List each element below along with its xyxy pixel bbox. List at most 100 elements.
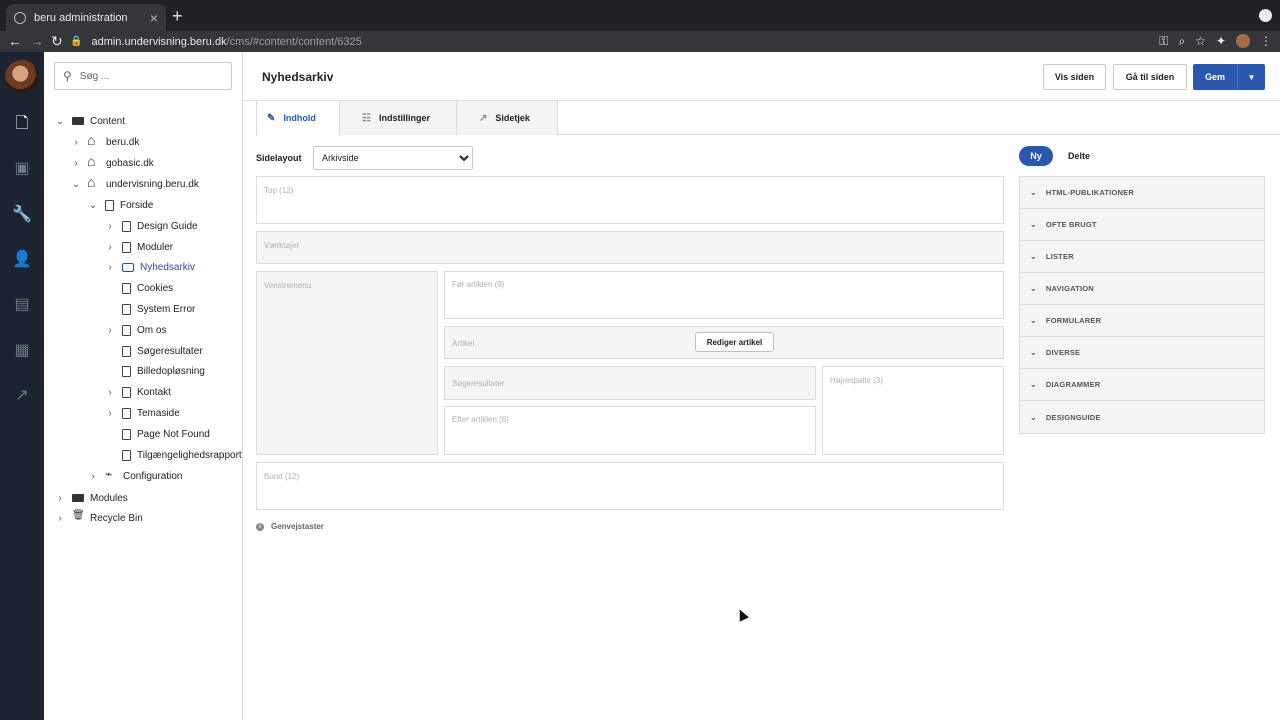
view-page-button[interactable]: Vis siden xyxy=(1043,64,1106,90)
zone-tools[interactable]: Værktøjer xyxy=(256,231,1004,264)
content-page-icon[interactable]: 🗋 xyxy=(12,114,32,134)
accordion-item[interactable]: ⌄ DIAGRAMMER xyxy=(1020,369,1264,401)
shortcuts-link[interactable]: i Genvejstaster xyxy=(256,522,324,531)
tree-node-content[interactable]: ⌄ Content xyxy=(54,112,125,130)
layout-select[interactable]: Arkivside xyxy=(313,146,473,170)
chevron-right-icon[interactable]: › xyxy=(104,242,116,253)
chevron-right-icon[interactable]: › xyxy=(104,408,116,419)
zone-after-article[interactable]: Efter artiklen (6) xyxy=(444,406,816,455)
browser-tab[interactable]: beru administration × xyxy=(6,4,166,31)
chevron-right-icon[interactable]: › xyxy=(54,493,66,504)
tree-node-site[interactable]: ›gobasic.dk xyxy=(70,153,153,172)
browser-toolbar: ← → ↻ 🔒 admin.undervisning.beru.dk/cms/#… xyxy=(0,31,1280,52)
tree-node-forside[interactable]: ⌄ Forside xyxy=(87,196,153,214)
chevron-right-icon[interactable]: › xyxy=(54,513,66,524)
table-icon[interactable]: ▦ xyxy=(12,341,32,361)
accordion-item[interactable]: ⌄ LISTER xyxy=(1020,241,1264,273)
tab-indhold[interactable]: ✎ Indhold xyxy=(256,101,340,136)
accordion-item[interactable]: ⌄ FORMULARER xyxy=(1020,305,1264,337)
media-image-icon[interactable]: ▣ xyxy=(12,159,32,179)
tab-indstillinger[interactable]: ☷ Indstillinger xyxy=(340,101,457,135)
profile-avatar[interactable] xyxy=(1236,34,1250,48)
new-tab-button[interactable]: + xyxy=(172,6,183,26)
plug-icon xyxy=(105,467,117,482)
zone-bottom[interactable]: Bund (12) xyxy=(256,462,1004,510)
tree-node-page[interactable]: Billedopløsning xyxy=(104,362,205,380)
info-icon: i xyxy=(256,522,264,531)
chart-icon[interactable]: ↗ xyxy=(12,386,32,406)
wrench-icon[interactable]: 🔧 xyxy=(12,205,32,225)
tree-node-page[interactable]: Page Not Found xyxy=(104,425,210,443)
page-icon xyxy=(122,345,131,357)
key-icon[interactable]: ⚿ xyxy=(1159,33,1168,50)
accordion-item[interactable]: ⌄ DIVERSE xyxy=(1020,337,1264,369)
tree-node-page[interactable]: › Kontakt xyxy=(104,383,171,401)
more-icon[interactable]: ⋮ xyxy=(1260,33,1272,50)
zone-search-results[interactable]: Søgeresultater xyxy=(444,366,816,400)
zone-before-article[interactable]: Før artiklen (9) xyxy=(444,271,1004,319)
search-input[interactable] xyxy=(79,70,220,82)
tree-node-page[interactable]: System Error xyxy=(104,300,195,318)
accordion-item[interactable]: ⌄ HTML-PUBLIKATIONER xyxy=(1020,177,1264,209)
accordion-item[interactable]: ⌄ NAVIGATION xyxy=(1020,273,1264,305)
tab-sidetjek[interactable]: ↗ Sidetjek xyxy=(457,101,558,135)
profile-menu-icon[interactable] xyxy=(1259,9,1272,22)
tree-node-site[interactable]: ›beru.dk xyxy=(70,132,139,151)
tree-node-configuration[interactable]: ›Configuration xyxy=(87,467,182,485)
extensions-icon[interactable]: ✦ xyxy=(1216,33,1226,50)
chevron-right-icon[interactable]: › xyxy=(104,221,116,232)
save-dropdown-icon[interactable]: ▼ xyxy=(1237,64,1265,90)
zone-right-column[interactable]: Højrespalte (3) xyxy=(822,366,1004,455)
chevron-right-icon[interactable]: › xyxy=(104,325,116,336)
chevron-right-icon[interactable]: › xyxy=(104,262,116,273)
accordion-item[interactable]: ⌄ DESIGNGUIDE xyxy=(1020,401,1264,433)
chevron-right-icon[interactable]: › xyxy=(87,471,99,482)
chevron-down-icon: ⌄ xyxy=(1030,380,1037,389)
page-title: Nyhedsarkiv xyxy=(262,70,334,84)
save-button[interactable]: Gem xyxy=(1193,64,1237,90)
url-path: /cms/#content/content/6325 xyxy=(226,35,362,48)
url-host: admin.undervisning.beru.dk xyxy=(91,35,227,48)
page-icon xyxy=(122,241,131,253)
chevron-down-icon[interactable]: ⌄ xyxy=(87,200,99,211)
tree-node-page[interactable]: › Om os xyxy=(104,321,166,339)
edit-article-button[interactable]: Rediger artikel xyxy=(695,332,774,352)
tree-node-page[interactable]: Tilgængelighedsrapport xyxy=(104,446,242,464)
chevron-right-icon[interactable]: › xyxy=(104,387,116,398)
tree-node-page[interactable]: Cookies xyxy=(104,279,173,297)
close-tab-icon[interactable]: × xyxy=(150,10,158,26)
tree-node-page[interactable]: › Moduler xyxy=(104,238,173,256)
accordion-item[interactable]: ⌄ OFTE BRUGT xyxy=(1020,209,1264,241)
address-bar[interactable]: 🔒 admin.undervisning.beru.dk/cms/#conten… xyxy=(70,32,1140,51)
new-toggle[interactable]: Ny xyxy=(1019,146,1053,166)
tree-node-site[interactable]: ⌄undervisning.beru.dk xyxy=(70,174,199,193)
shared-toggle[interactable]: Delte xyxy=(1059,146,1099,166)
page-icon xyxy=(122,407,131,419)
tree-node-page-selected[interactable]: › Nyhedsarkiv xyxy=(104,258,195,276)
zone-top[interactable]: Top (12) xyxy=(256,176,1004,224)
zoom-icon[interactable]: ⌕ xyxy=(1178,33,1185,50)
tree-node-page[interactable]: › Design Guide xyxy=(104,217,198,235)
goto-page-button[interactable]: Gå til siden xyxy=(1113,64,1187,90)
chevron-down-icon[interactable]: ⌄ xyxy=(54,116,66,127)
tree-node-recycle-bin[interactable]: ›Recycle Bin xyxy=(54,509,142,527)
layout-label: Sidelayout xyxy=(256,153,302,163)
page-header: Nyhedsarkiv Vis siden Gå til siden Gem ▼ xyxy=(243,52,1280,101)
chevron-down-icon[interactable]: ⌄ xyxy=(70,179,82,190)
home-icon xyxy=(87,153,100,169)
user-avatar[interactable] xyxy=(5,60,39,94)
chevron-right-icon[interactable]: › xyxy=(70,137,82,148)
globe-icon xyxy=(14,11,26,24)
reload-icon[interactable]: ↻ xyxy=(51,33,63,49)
star-icon[interactable]: ☆ xyxy=(1195,33,1206,50)
back-icon[interactable]: ← xyxy=(8,33,22,49)
tree-node-page[interactable]: › Temaside xyxy=(104,404,180,422)
zone-left-menu[interactable]: Venstremenu xyxy=(256,271,438,455)
tree-node-modules[interactable]: › Modules xyxy=(54,489,127,507)
tree-node-page[interactable]: Søgeresultater xyxy=(104,342,203,360)
chevron-right-icon[interactable]: › xyxy=(70,158,82,169)
contacts-icon[interactable]: ▤ xyxy=(12,295,32,315)
user-icon[interactable]: 👤 xyxy=(12,250,32,270)
forward-icon[interactable]: → xyxy=(30,33,44,49)
home-icon xyxy=(87,174,100,190)
